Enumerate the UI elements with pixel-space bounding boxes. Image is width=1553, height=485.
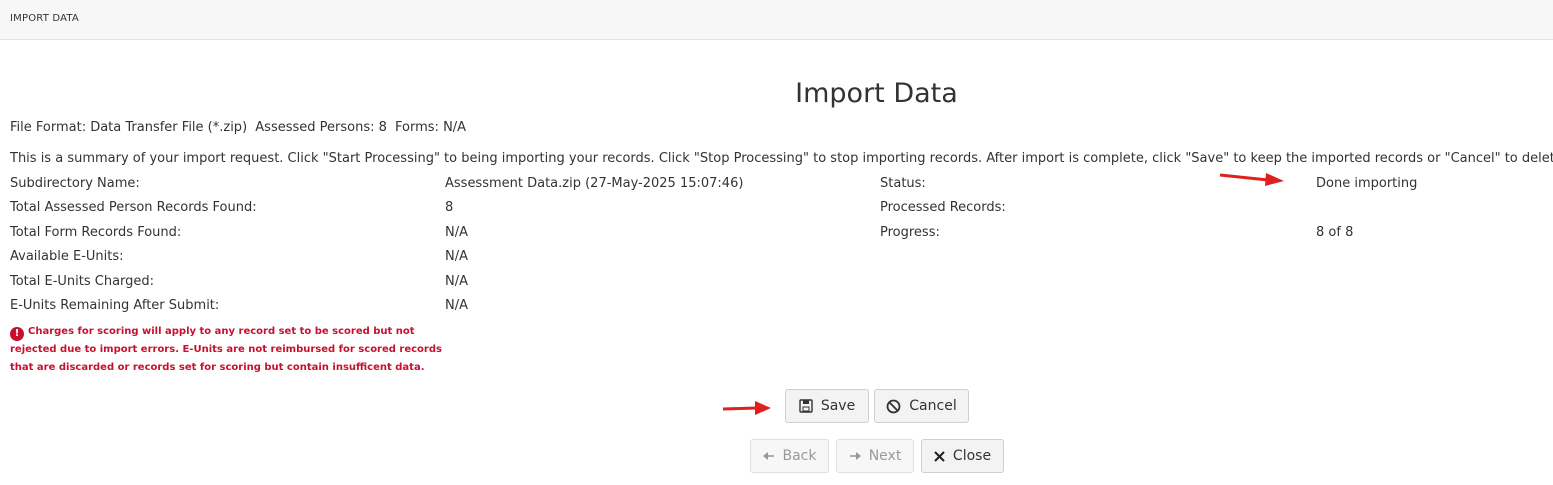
charged-eunits-label: Total E-Units Charged: [10, 274, 155, 289]
form-records-value: N/A [445, 225, 468, 240]
exclamation-circle-icon: ! [10, 327, 24, 341]
arrow-right-icon [849, 451, 861, 461]
assessed-records-value: 8 [445, 200, 454, 215]
scoring-charges-warning: ! Charges for scoring will apply to any r… [10, 323, 450, 377]
back-button-label: Back [782, 448, 817, 464]
next-button-label: Next [868, 448, 902, 464]
progress-label: Progress: [880, 225, 940, 240]
arrow-left-icon [762, 451, 775, 461]
annotation-arrow-save [722, 401, 771, 415]
processed-records-label: Processed Records: [880, 200, 1006, 215]
next-button[interactable]: Next [836, 439, 914, 473]
warning-text: Charges for scoring will apply to any re… [10, 326, 442, 373]
close-button[interactable]: Close [921, 439, 1004, 473]
import-meta-line: File Format: Data Transfer File (*.zip) … [10, 120, 470, 135]
file-format-text: File Format: Data Transfer File (*.zip) [10, 120, 248, 135]
close-button-label: Close [952, 448, 992, 464]
forms-text: Forms: N/A [395, 120, 467, 135]
remaining-eunits-label: E-Units Remaining After Submit: [10, 298, 220, 313]
floppy-disk-icon [799, 399, 813, 413]
available-eunits-label: Available E-Units: [10, 249, 124, 264]
status-label: Status: [880, 176, 926, 191]
subdirectory-value: Assessment Data.zip (27-May-2025 15:07:4… [445, 176, 744, 191]
assessed-persons-text: Assessed Persons: 8 [255, 120, 387, 135]
top-bar: IMPORT DATA [0, 0, 1553, 40]
annotation-arrow-status [1219, 173, 1284, 186]
charged-eunits-value: N/A [445, 274, 468, 289]
save-button-label: Save [820, 398, 856, 414]
subdirectory-label: Subdirectory Name: [10, 176, 140, 191]
cancel-button[interactable]: Cancel [874, 389, 969, 423]
ban-icon [886, 399, 901, 414]
available-eunits-value: N/A [445, 249, 468, 264]
cancel-button-label: Cancel [909, 398, 957, 414]
page-title: Import Data [795, 78, 958, 109]
progress-value: 8 of 8 [1316, 225, 1354, 240]
close-icon [934, 450, 945, 462]
status-value: Done importing [1316, 176, 1418, 191]
top-bar-title: IMPORT DATA [10, 13, 79, 24]
remaining-eunits-value: N/A [445, 298, 468, 313]
form-records-label: Total Form Records Found: [10, 225, 182, 240]
assessed-records-label: Total Assessed Person Records Found: [10, 200, 257, 215]
summary-text: This is a summary of your import request… [10, 151, 1553, 166]
back-button[interactable]: Back [750, 439, 829, 473]
save-button[interactable]: Save [785, 389, 869, 423]
